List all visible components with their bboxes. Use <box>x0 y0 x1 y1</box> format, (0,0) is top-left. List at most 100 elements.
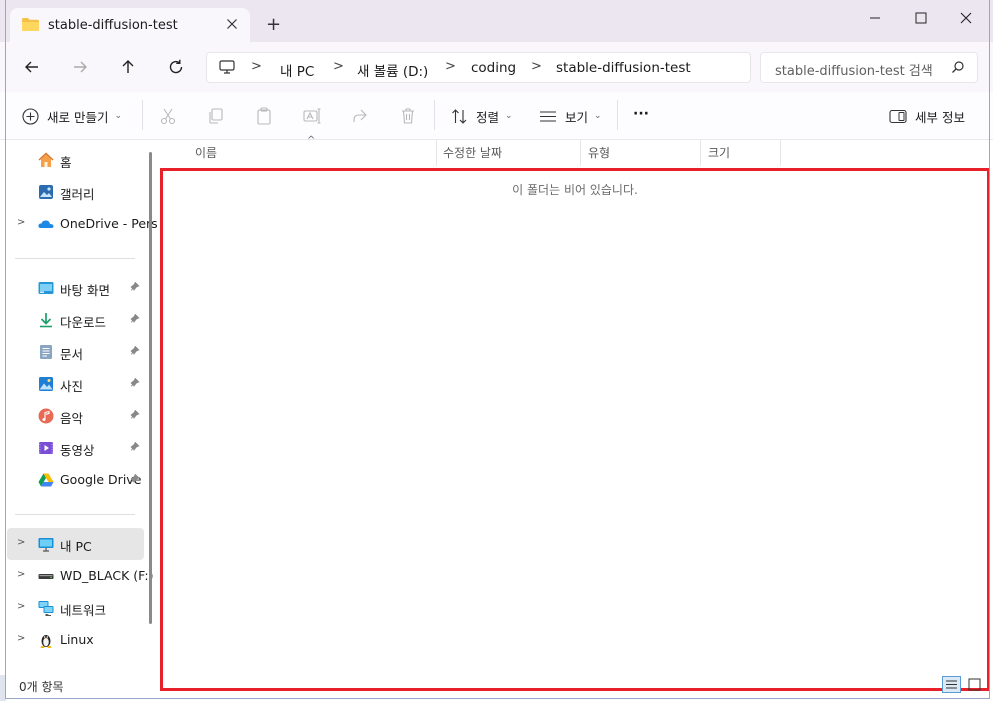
pictures-icon <box>39 377 53 391</box>
view-button[interactable]: 보기 ⌄ <box>539 104 602 128</box>
gallery-icon <box>39 185 53 199</box>
forward-arrow-icon[interactable] <box>68 55 92 79</box>
sidebar-scrollbar[interactable] <box>149 152 152 624</box>
command-bar: 새로 만들기 ⌄ 정렬 ⌄ 보기 ⌄ ··· 세부 정보 <box>0 92 993 140</box>
minimize-icon[interactable] <box>860 4 890 32</box>
new-button-label: 새로 만들기 <box>47 109 109 125</box>
sidebar-item-desktop[interactable]: 바탕 화면 <box>7 272 144 304</box>
pin-icon[interactable] <box>128 281 140 293</box>
sidebar-item-label: 동영상 <box>60 443 95 458</box>
up-arrow-icon[interactable] <box>116 55 140 79</box>
sort-caret-icon: ^ <box>307 135 316 146</box>
sidebar-item-wd-black[interactable]: > WD_BLACK (F:) <box>7 560 153 592</box>
close-tab-icon[interactable] <box>222 14 242 34</box>
details-view-toggle[interactable] <box>942 676 961 693</box>
maximize-icon[interactable] <box>906 4 936 32</box>
chevron-down-icon: ⌄ <box>505 111 513 121</box>
pin-icon[interactable] <box>128 313 140 325</box>
details-view-icon <box>946 680 957 689</box>
details-pane-button[interactable]: 세부 정보 <box>889 104 965 128</box>
sidebar-item-documents[interactable]: 문서 <box>7 336 144 368</box>
breadcrumb-current-folder[interactable]: stable-diffusion-test <box>556 60 691 76</box>
sidebar-item-network[interactable]: > 네트워크 <box>7 592 144 624</box>
expand-chevron-icon[interactable]: > <box>17 217 25 228</box>
chevron-down-icon: ⌄ <box>594 111 602 121</box>
status-item-count: 0개 항목 <box>19 680 64 694</box>
cut-icon[interactable] <box>158 106 178 126</box>
view-lines-icon <box>540 110 556 122</box>
new-button[interactable]: 새로 만들기 ⌄ <box>22 104 122 128</box>
expand-chevron-icon[interactable]: > <box>17 569 25 580</box>
network-icon <box>38 601 54 616</box>
refresh-icon[interactable] <box>164 55 188 79</box>
sidebar-item-this-pc[interactable]: > 내 PC <box>7 528 144 560</box>
sidebar-item-home[interactable]: 홈 <box>7 144 144 176</box>
sidebar-item-label: Linux <box>60 632 94 647</box>
paste-icon[interactable] <box>254 106 274 126</box>
column-divider[interactable] <box>580 140 581 166</box>
sidebar-item-pictures[interactable]: 사진 <box>7 368 144 400</box>
tab-stable-diffusion-test[interactable]: stable-diffusion-test <box>10 8 250 42</box>
column-header-type[interactable]: 유형 <box>588 144 610 161</box>
column-divider[interactable] <box>436 140 437 166</box>
rename-icon[interactable] <box>302 106 322 126</box>
sidebar-item-label: 네트워크 <box>60 603 107 618</box>
expand-chevron-icon[interactable]: > <box>17 537 25 548</box>
download-icon <box>40 313 52 328</box>
pin-icon[interactable] <box>128 441 140 453</box>
computer-icon <box>219 60 235 74</box>
pin-icon[interactable] <box>128 473 140 485</box>
tab-title: stable-diffusion-test <box>48 18 178 33</box>
sidebar-item-downloads[interactable]: 다운로드 <box>7 304 144 336</box>
breadcrumb-this-pc[interactable]: 내 PC <box>280 60 314 80</box>
breadcrumb-coding[interactable]: coding <box>471 60 516 76</box>
share-icon[interactable] <box>350 106 370 126</box>
sidebar-item-label: OneDrive - Pers <box>60 216 158 231</box>
column-header-modified[interactable]: 수정한 날짜 <box>443 144 502 161</box>
large-icons-view-icon[interactable] <box>966 676 983 693</box>
close-window-icon[interactable] <box>951 4 981 32</box>
pin-icon[interactable] <box>128 377 140 389</box>
pin-icon[interactable] <box>128 409 140 421</box>
documents-icon <box>40 345 52 359</box>
delete-icon[interactable] <box>398 106 418 126</box>
sort-label: 정렬 <box>476 109 500 125</box>
copy-icon[interactable] <box>206 106 226 126</box>
sidebar-item-videos[interactable]: 동영상 <box>7 432 144 464</box>
new-tab-button[interactable]: + <box>263 14 285 38</box>
onedrive-icon <box>38 220 54 228</box>
this-pc-icon <box>38 538 54 552</box>
sidebar-separator <box>15 258 135 259</box>
divider <box>434 100 435 130</box>
sidebar-item-label: 사진 <box>60 379 84 394</box>
drive-icon <box>38 574 54 579</box>
sidebar-item-onedrive[interactable]: > OneDrive - Pers <box>7 208 158 240</box>
column-divider[interactable] <box>700 140 701 166</box>
details-label: 세부 정보 <box>915 109 965 125</box>
column-divider[interactable] <box>780 140 781 166</box>
linux-icon <box>40 635 52 648</box>
sidebar-item-label: 다운로드 <box>60 315 107 330</box>
sidebar-item-google-drive[interactable]: Google Drive <box>7 464 144 496</box>
new-tab-label: + <box>266 14 282 35</box>
search-box[interactable]: stable-diffusion-test 검색 <box>760 52 978 83</box>
sidebar-item-music[interactable]: 음악 <box>7 400 144 432</box>
plus-circle-icon <box>22 107 39 125</box>
column-header-size[interactable]: 크기 <box>708 144 730 161</box>
expand-chevron-icon[interactable]: > <box>17 633 25 644</box>
search-icon[interactable] <box>951 60 965 74</box>
pin-icon[interactable] <box>128 345 140 357</box>
sidebar-item-linux[interactable]: > Linux <box>7 624 144 656</box>
sort-icon <box>452 108 467 124</box>
sidebar-item-gallery[interactable]: 갤러리 <box>7 176 144 208</box>
sort-button[interactable]: 정렬 ⌄ <box>451 104 513 128</box>
expand-chevron-icon[interactable]: > <box>17 601 25 612</box>
column-header-name[interactable]: 이름 <box>195 144 217 161</box>
file-list-area[interactable]: 이 폴더는 비어 있습니다. <box>160 168 990 691</box>
empty-folder-message: 이 폴더는 비어 있습니다. <box>512 183 638 197</box>
back-arrow-icon[interactable] <box>20 55 44 79</box>
address-bar[interactable]: > 내 PC > 새 볼륨 (D:) > coding > stable-dif… <box>206 52 751 83</box>
breadcrumb-volume-d[interactable]: 새 볼륨 (D:) <box>357 60 428 80</box>
details-pane-icon <box>889 109 907 123</box>
more-options-button[interactable]: ··· <box>633 102 649 126</box>
